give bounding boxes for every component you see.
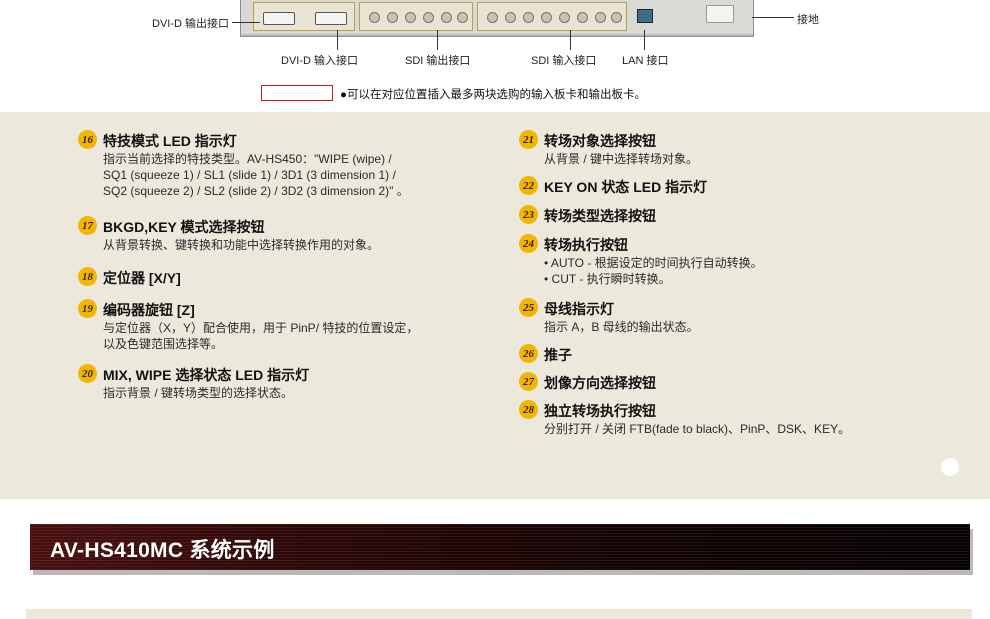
item-title: BKGD,KEY 模式选择按钮 xyxy=(103,219,265,235)
label-sdi-out: SDI 输出接口 xyxy=(405,55,471,67)
item-title: 划像方向选择按钮 xyxy=(544,375,656,391)
number-badge: 26 xyxy=(519,344,538,363)
item-title: 推子 xyxy=(544,347,572,363)
legend-box xyxy=(261,85,333,101)
label-dvi-in: DVI-D 输入接口 xyxy=(281,55,358,67)
bottom-band xyxy=(26,609,972,619)
bnc-connector xyxy=(487,12,498,23)
callout-line xyxy=(644,30,645,50)
callout-line xyxy=(337,30,338,50)
page-indicator-dot xyxy=(941,458,959,476)
description-section: 16 特技模式 LED 指示灯 指示当前选择的特技类型。AV-HS450："WI… xyxy=(0,112,990,499)
number-badge: 28 xyxy=(519,400,538,419)
number-badge: 24 xyxy=(519,234,538,253)
number-badge: 21 xyxy=(519,130,538,149)
item-body: 分别打开 / 关闭 FTB(fade to black)、PinP、DSK、KE… xyxy=(544,421,850,437)
body-line: SQ2 (squeeze 2) / SL2 (slide 2) / 3D2 (3… xyxy=(103,184,409,198)
bnc-connector xyxy=(577,12,588,23)
number-badge: 17 xyxy=(78,216,97,235)
callout-line xyxy=(232,22,260,23)
legend-note: ●可以在对应位置插入最多两块选购的输入板卡和输出板卡。 xyxy=(340,89,646,101)
item-body: 指示背景 / 键转场类型的选择状态。 xyxy=(103,385,293,401)
item-body: 与定位器（X，Y）配合使用，用于 PinP/ 特技的位置设定， 以及色键范围选择… xyxy=(103,320,418,352)
bnc-connector xyxy=(505,12,516,23)
bnc-connector xyxy=(457,12,468,23)
number-badge: 20 xyxy=(78,364,97,383)
ground-terminal xyxy=(706,5,734,23)
item-title: 定位器 [X/Y] xyxy=(103,270,181,286)
bnc-connector xyxy=(441,12,452,23)
rear-panel-section: DVI-D 输出接口 DVI-D 输入接口 SDI 输出接口 SDI 输入接口 … xyxy=(0,0,990,112)
body-line: 与定位器（X，Y）配合使用，用于 PinP/ 特技的位置设定， xyxy=(103,321,419,335)
number-badge: 19 xyxy=(78,299,97,318)
item-title: 编码器旋钮 [Z] xyxy=(103,302,195,318)
item-title: 母线指示灯 xyxy=(544,301,614,317)
number-badge: 27 xyxy=(519,372,538,391)
item-body: 从背景转换、键转换和功能中选择转换作用的对象。 xyxy=(103,237,379,253)
item-title: 转场对象选择按钮 xyxy=(544,133,656,149)
label-lan: LAN 接口 xyxy=(622,55,669,67)
section-banner: AV-HS410MC 系统示例 xyxy=(30,524,970,570)
bnc-connector xyxy=(541,12,552,23)
bnc-connector xyxy=(369,12,380,23)
bnc-connector xyxy=(611,12,622,23)
callout-line xyxy=(570,30,571,50)
body-line: 以及色键范围选择等。 xyxy=(103,337,224,351)
body-line: 指示背景 / 键转场类型的选择状态。 xyxy=(103,386,294,400)
body-line: SQ1 (squeeze 1) / SL1 (slide 1) / 3D1 (3… xyxy=(103,168,396,182)
item-title: 转场类型选择按钮 xyxy=(544,208,656,224)
bnc-connector xyxy=(423,12,434,23)
item-body: 指示 A，B 母线的输出状态。 xyxy=(544,319,699,335)
number-badge: 25 xyxy=(519,298,538,317)
body-line: 从背景 / 键中选择转场对象。 xyxy=(544,152,699,166)
body-line: 从背景转换、键转换和功能中选择转换作用的对象。 xyxy=(103,238,380,252)
number-badge: 18 xyxy=(78,267,97,286)
callout-line xyxy=(752,17,794,18)
section-title: AV-HS410MC 系统示例 xyxy=(50,539,275,562)
item-title: MIX, WIPE 选择状态 LED 指示灯 xyxy=(103,367,310,383)
item-title: 特技模式 LED 指示灯 xyxy=(103,133,237,149)
body-line: 指示 A，B 母线的输出状态。 xyxy=(544,320,699,334)
item-body: 从背景 / 键中选择转场对象。 xyxy=(544,151,698,167)
number-badge: 16 xyxy=(78,130,97,149)
bnc-connector xyxy=(405,12,416,23)
bnc-connector xyxy=(523,12,534,23)
rear-panel-image xyxy=(240,0,754,37)
body-line: • CUT - 执行瞬时转换。 xyxy=(544,272,671,286)
label-ground: 接地 xyxy=(797,14,819,26)
label-sdi-in: SDI 输入接口 xyxy=(531,55,597,67)
bnc-connector xyxy=(559,12,570,23)
label-dvi-out: DVI-D 输出接口 xyxy=(152,18,229,30)
number-badge: 23 xyxy=(519,205,538,224)
callout-line xyxy=(437,30,438,50)
item-title: 独立转场执行按钮 xyxy=(544,403,656,419)
dvi-in-port xyxy=(315,12,347,25)
item-body: 指示当前选择的特技类型。AV-HS450："WIPE (wipe) / SQ1 … xyxy=(103,151,409,199)
lan-port xyxy=(637,9,653,23)
dvi-out-port xyxy=(263,12,295,25)
bnc-connector xyxy=(387,12,398,23)
body-line: 指示当前选择的特技类型。AV-HS450："WIPE (wipe) / xyxy=(103,152,392,166)
item-body: • AUTO - 根据设定的时间执行自动转换。 • CUT - 执行瞬时转换。 xyxy=(544,255,763,287)
body-line: 分别打开 / 关闭 FTB(fade to black)、PinP、DSK、KE… xyxy=(544,422,851,436)
body-line: • AUTO - 根据设定的时间执行自动转换。 xyxy=(544,256,763,270)
number-badge: 22 xyxy=(519,176,538,195)
item-title: 转场执行按钮 xyxy=(544,237,628,253)
item-title: KEY ON 状态 LED 指示灯 xyxy=(544,179,708,195)
bnc-connector xyxy=(595,12,606,23)
